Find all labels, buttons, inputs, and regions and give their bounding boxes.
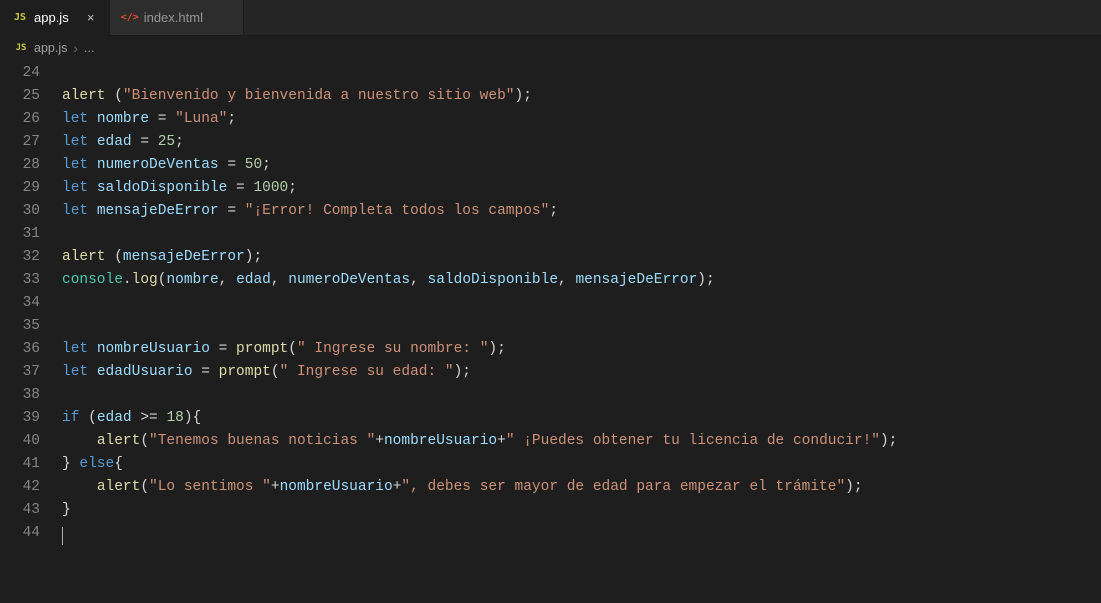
line-number-gutter: 2425262728293031323334353637383940414243…	[0, 62, 62, 545]
code-line[interactable]	[62, 62, 1101, 85]
code-content[interactable]: alert ("Bienvenido y bienvenida a nuestr…	[62, 62, 1101, 545]
line-number: 44	[0, 522, 62, 545]
code-line[interactable]: let edad = 25;	[62, 131, 1101, 154]
line-number: 42	[0, 476, 62, 499]
line-number: 32	[0, 246, 62, 269]
code-line[interactable]: let nombre = "Luna";	[62, 108, 1101, 131]
code-line[interactable]	[62, 384, 1101, 407]
close-icon[interactable]: ×	[83, 10, 99, 26]
line-number: 31	[0, 223, 62, 246]
code-line[interactable]: alert ("Bienvenido y bienvenida a nuestr…	[62, 85, 1101, 108]
line-number: 33	[0, 269, 62, 292]
line-number: 34	[0, 292, 62, 315]
code-line[interactable]: }	[62, 499, 1101, 522]
code-line[interactable]: alert("Tenemos buenas noticias "+nombreU…	[62, 430, 1101, 453]
code-line[interactable]: if (edad >= 18){	[62, 407, 1101, 430]
code-line[interactable]: let saldoDisponible = 1000;	[62, 177, 1101, 200]
line-number: 25	[0, 85, 62, 108]
tab-label: app.js	[34, 10, 69, 25]
code-line[interactable]	[62, 315, 1101, 338]
line-number: 27	[0, 131, 62, 154]
code-line[interactable]: let nombreUsuario = prompt(" Ingrese su …	[62, 338, 1101, 361]
line-number: 28	[0, 154, 62, 177]
code-line[interactable]	[62, 223, 1101, 246]
code-line[interactable]: let numeroDeVentas = 50;	[62, 154, 1101, 177]
breadcrumb-rest: ...	[84, 41, 94, 55]
code-editor[interactable]: 2425262728293031323334353637383940414243…	[0, 60, 1101, 545]
line-number: 39	[0, 407, 62, 430]
line-number: 41	[0, 453, 62, 476]
tab-label: index.html	[144, 10, 203, 25]
code-line[interactable]	[62, 292, 1101, 315]
line-number: 29	[0, 177, 62, 200]
text-cursor	[62, 527, 63, 545]
line-number: 40	[0, 430, 62, 453]
code-line[interactable]: console.log(nombre, edad, numeroDeVentas…	[62, 269, 1101, 292]
line-number: 36	[0, 338, 62, 361]
breadcrumb-file: app.js	[34, 41, 67, 55]
code-line[interactable]: alert("Lo sentimos "+nombreUsuario+", de…	[62, 476, 1101, 499]
code-line[interactable]	[62, 522, 1101, 545]
line-number: 35	[0, 315, 62, 338]
line-number: 43	[0, 499, 62, 522]
line-number: 38	[0, 384, 62, 407]
tab-bar: JS app.js × </> index.html ×	[0, 0, 1101, 36]
code-line[interactable]: let mensajeDeError = "¡Error! Completa t…	[62, 200, 1101, 223]
js-icon: JS	[12, 10, 28, 26]
line-number: 24	[0, 62, 62, 85]
js-icon: JS	[14, 41, 28, 55]
line-number: 37	[0, 361, 62, 384]
code-line[interactable]: let edadUsuario = prompt(" Ingrese su ed…	[62, 361, 1101, 384]
code-line[interactable]: } else{	[62, 453, 1101, 476]
tab-index-html[interactable]: </>index.html×	[110, 0, 244, 35]
html-icon: </>	[122, 10, 138, 26]
chevron-right-icon: ›	[73, 41, 78, 55]
code-line[interactable]: alert (mensajeDeError);	[62, 246, 1101, 269]
line-number: 26	[0, 108, 62, 131]
tab-app-js[interactable]: JS app.js ×	[0, 0, 110, 35]
line-number: 30	[0, 200, 62, 223]
breadcrumb[interactable]: JS app.js › ...	[0, 36, 1101, 60]
